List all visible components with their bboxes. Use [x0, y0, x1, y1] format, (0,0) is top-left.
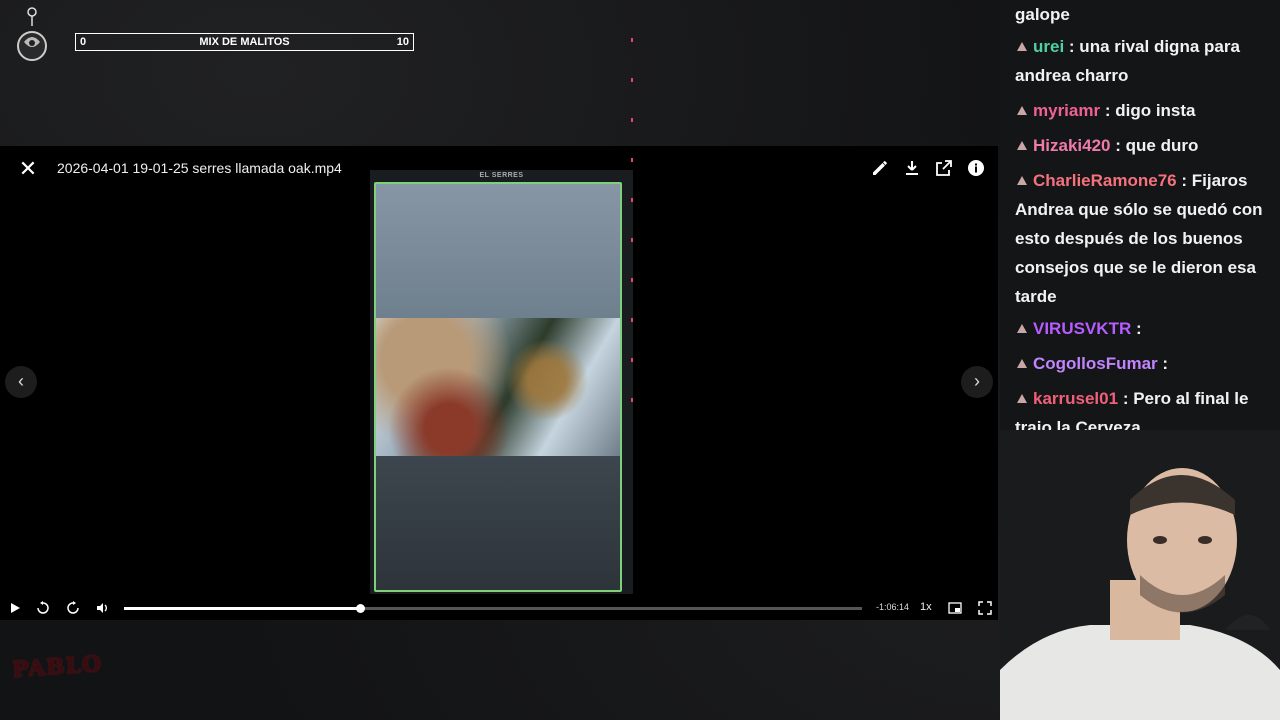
chat-username[interactable]: VIRUSVKTR — [1033, 319, 1131, 338]
mix-bar-max: 10 — [396, 36, 409, 48]
time-remaining: -1:06:14 — [876, 602, 910, 612]
video-content — [374, 182, 622, 592]
seek-progress — [124, 607, 361, 610]
webcam-feed — [1000, 430, 1280, 720]
chat-badge-icon — [1015, 97, 1029, 115]
video-side-strip — [631, 38, 633, 430]
forward-icon[interactable] — [66, 601, 80, 615]
seek-bar[interactable] — [124, 604, 862, 613]
chat-username[interactable]: urei — [1033, 37, 1064, 56]
chat-message: Hizaki420 : que duro — [1015, 131, 1279, 160]
chat-username[interactable]: Hizaki420 — [1033, 136, 1111, 155]
open-external-icon[interactable] — [934, 158, 954, 178]
chat-text: galope — [1015, 5, 1070, 24]
previous-arrow-icon[interactable]: ‹ — [5, 366, 37, 398]
picture-in-picture-icon[interactable] — [948, 601, 962, 615]
volume-icon[interactable] — [95, 601, 109, 615]
edit-icon[interactable] — [870, 158, 890, 178]
play-icon[interactable] — [8, 601, 22, 615]
chat-badge-icon — [1015, 132, 1029, 150]
seek-handle[interactable] — [356, 604, 366, 613]
file-title: 2026-04-01 19-01-25 serres llamada oak.m… — [57, 160, 342, 176]
chat-badge-icon — [1015, 385, 1029, 403]
playback-speed-button[interactable]: 1x — [920, 601, 932, 613]
chat-message: VIRUSVKTR : — [1015, 314, 1279, 343]
video-photo — [376, 318, 620, 456]
mix-de-malitos-bar: 0 MIX DE MALITOS 10 — [75, 33, 414, 51]
chat-username[interactable]: myriamr — [1033, 101, 1100, 120]
channel-logo-icon — [14, 6, 50, 66]
chat-badge-icon — [1015, 315, 1029, 333]
chat-message: myriamr : digo insta — [1015, 96, 1279, 125]
chat-text: : — [1162, 354, 1169, 373]
chat-badge-icon — [1015, 167, 1029, 185]
viewer-toolbar — [870, 158, 986, 178]
chat-badge-icon — [1015, 33, 1029, 51]
chat-message: CharlieRamone76 : Fijaros Andrea que sól… — [1015, 166, 1279, 311]
chat-badge-icon — [1015, 350, 1029, 368]
rewind-icon[interactable] — [36, 601, 50, 615]
chat-text: : que duro — [1115, 136, 1199, 155]
info-icon[interactable] — [966, 158, 986, 178]
chat-text: : Fijaros Andrea que sólo se quedó con e… — [1015, 171, 1263, 306]
next-arrow-icon[interactable]: › — [961, 366, 993, 398]
chat-username[interactable]: CharlieRamone76 — [1033, 171, 1177, 190]
player-controls: -1:06:14 1x — [0, 596, 998, 620]
chat-message: urei : una rival digna para andrea charr… — [1015, 32, 1279, 90]
chat-text: : — [1135, 319, 1142, 338]
video-frame: EL SERRES — [370, 170, 633, 594]
phone-label: EL SERRES — [479, 172, 524, 179]
mix-bar-title: MIX DE MALITOS — [199, 36, 290, 48]
fullscreen-icon[interactable] — [978, 601, 992, 615]
chat-message: CogollosFumar : — [1015, 349, 1279, 378]
media-viewer: ✕ 2026-04-01 19-01-25 serres llamada oak… — [0, 146, 998, 620]
download-icon[interactable] — [902, 158, 922, 178]
close-button[interactable]: ✕ — [18, 158, 38, 180]
chat-text: : digo insta — [1104, 101, 1196, 120]
chat-username[interactable]: CogollosFumar — [1033, 354, 1158, 373]
chat-username[interactable]: karrusel01 — [1033, 389, 1118, 408]
chat-message: galope — [1015, 0, 1279, 29]
